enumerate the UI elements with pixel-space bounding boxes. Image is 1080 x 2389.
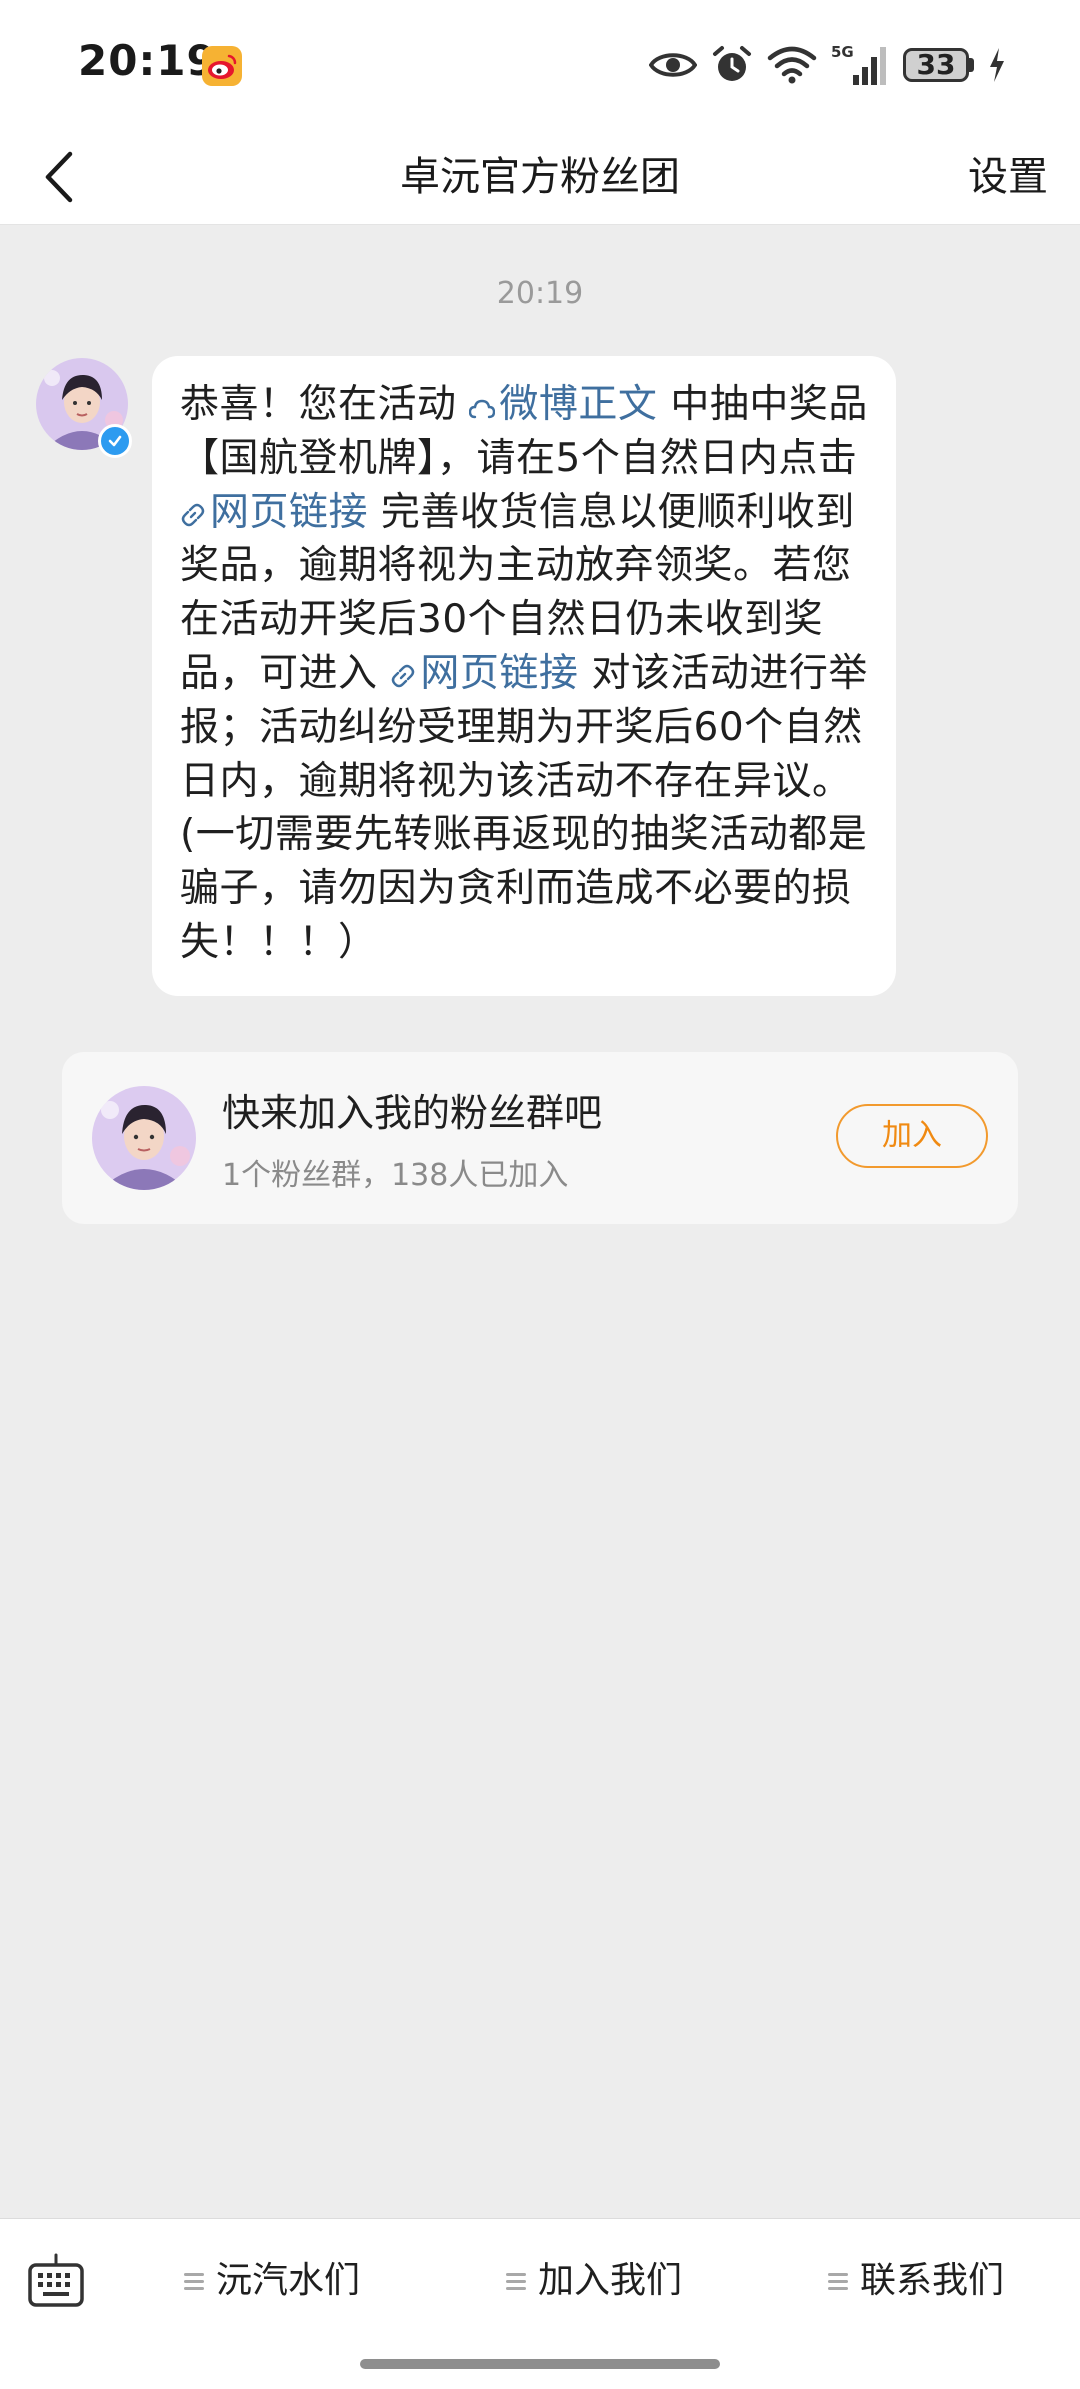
status-icons: 5G 33 (649, 40, 1006, 90)
weibo-app-icon (202, 46, 242, 86)
web-link-2-label: 网页链接 (420, 650, 579, 696)
message-text: 恭喜！您在活动 (180, 382, 470, 427)
message-bubble: 恭喜！您在活动 微博正文 中抽中奖品【国航登机牌】，请在5个自然日内点击 网页链… (152, 356, 896, 996)
battery-icon: 33 (903, 48, 974, 82)
battery-level: 33 (903, 48, 969, 82)
weibo-post-link[interactable]: 微博正文 (469, 382, 657, 427)
status-time: 20:19 (78, 36, 217, 85)
chat-timestamp: 20:19 (496, 276, 584, 311)
charging-icon (990, 48, 1004, 82)
menu-lines-icon (828, 2269, 848, 2294)
menu-lines-icon (506, 2269, 526, 2294)
web-link-1[interactable]: 网页链接 (180, 490, 368, 535)
home-indicator[interactable] (360, 2359, 720, 2369)
status-bar: 20:19 5G 33 (0, 0, 1080, 130)
menu-item-label: 加入我们 (538, 2260, 683, 2301)
eye-icon (649, 53, 697, 77)
menu-item-join-us[interactable]: 加入我们 (506, 2239, 682, 2323)
svg-text:5G: 5G (831, 43, 854, 61)
link-icon (392, 664, 415, 688)
signal-5g-icon: 5G (831, 43, 886, 85)
web-link-2[interactable]: 网页链接 (390, 651, 578, 696)
web-link-1-label: 网页链接 (210, 489, 369, 535)
verified-badge-icon (98, 424, 132, 458)
fan-group-subtitle: 1个粉丝群，138人已加入 (222, 1158, 569, 1193)
settings-button[interactable]: 设置 (968, 130, 1048, 224)
wifi-icon (767, 46, 817, 84)
menu-item-contact-us[interactable]: 联系我们 (828, 2239, 1004, 2323)
join-button[interactable]: 加入 (836, 1104, 988, 1168)
nav-bar: 卓沅官方粉丝团 设置 (0, 130, 1080, 225)
page-title: 卓沅官方粉丝团 (400, 154, 680, 200)
message-text: 对该活动进行举报；活动纠纷受理期为开奖后60个自然日内，逾期将视为该活动不存在异… (180, 650, 868, 965)
menu-item-label: 联系我们 (860, 2260, 1005, 2301)
keyboard-icon (28, 2253, 84, 2307)
keyboard-toggle-button[interactable] (26, 2251, 86, 2311)
alarm-icon (713, 46, 751, 81)
weibo-post-link-label: 微博正文 (499, 382, 658, 427)
fan-group-title: 快来加入我的粉丝群吧 (222, 1091, 603, 1135)
group-avatar (92, 1086, 196, 1190)
menu-lines-icon (184, 2269, 204, 2294)
fan-group-card[interactable]: 快来加入我的粉丝群吧 1个粉丝群，138人已加入 加入 (62, 1052, 1018, 1224)
menu-item-label: 沅汽水们 (216, 2260, 361, 2301)
menu-item-fans[interactable]: 沅汽水们 (184, 2239, 360, 2323)
weibo-cloud-icon (469, 399, 496, 419)
link-icon (181, 503, 205, 526)
